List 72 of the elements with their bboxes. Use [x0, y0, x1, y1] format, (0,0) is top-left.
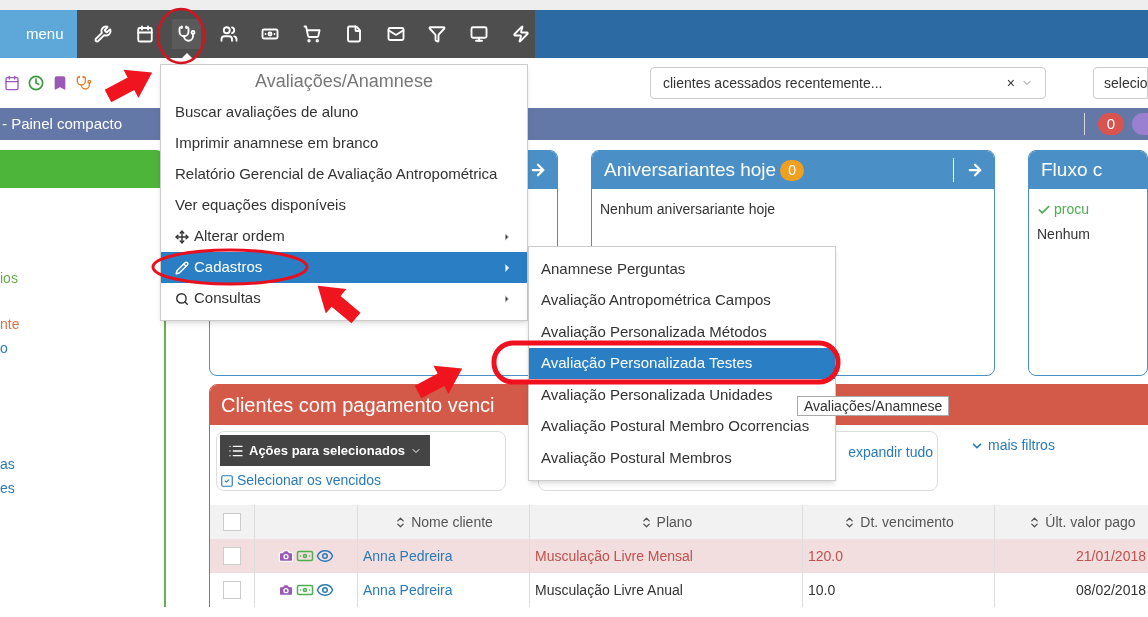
- menu-item[interactable]: Imprimir anamnese em branco: [161, 128, 527, 159]
- select-overdue-checkbox[interactable]: Selecionar os vencidos: [220, 470, 502, 491]
- menu-item[interactable]: Avaliação Antropométrica Campos: [529, 284, 835, 316]
- wrench-icon: [94, 25, 113, 43]
- card-message: Nenhum aniversariante hoje: [600, 200, 777, 219]
- table-cell: 21/01/2018: [995, 539, 1148, 573]
- row-checkbox[interactable]: [223, 547, 241, 565]
- menu-title: Avaliações/Anamnese: [254, 69, 434, 93]
- card-title: Fluxo c: [1041, 157, 1103, 182]
- filter-icon: [428, 25, 447, 43]
- move-icon: [175, 229, 189, 244]
- menu-item[interactable]: Cadastros: [161, 252, 527, 283]
- count-badge: 0: [1097, 112, 1124, 136]
- unit-select[interactable]: selecio: [1093, 67, 1148, 99]
- pencil-icon: [175, 260, 189, 275]
- column-header[interactable]: Últ. valor pago: [995, 505, 1148, 539]
- column-header[interactable]: Plano: [530, 505, 803, 539]
- card-title: Aniversariantes hoje: [604, 157, 777, 182]
- clock-icon: [28, 75, 44, 91]
- cart-icon: [303, 25, 322, 43]
- annotation-arrow: [104, 69, 153, 103]
- monitor-icon: [469, 25, 488, 43]
- panel-title: - Painel compacto: [1, 113, 123, 134]
- menu-item[interactable]: Avaliação Postural Membros: [529, 442, 835, 474]
- clear-button[interactable]: ×: [1006, 72, 1015, 94]
- users-icon: [219, 25, 238, 43]
- calendar-icon: [4, 75, 20, 91]
- client-select[interactable]: clientes acessados recentemente... ×: [650, 67, 1046, 99]
- stethoscope-icon: [76, 75, 92, 91]
- camera-icon: [278, 548, 294, 564]
- more-filters-link[interactable]: mais filtros: [970, 431, 1055, 456]
- bookmark-icon: [52, 75, 68, 91]
- mail-icon: [386, 25, 405, 43]
- menu-item[interactable]: Consultas: [161, 283, 527, 314]
- arrow-right-icon: [529, 161, 547, 179]
- calendar-icon: [136, 25, 155, 43]
- search-icon: [175, 291, 189, 306]
- checkbox-icon: [220, 473, 234, 488]
- table-cell: 120.0: [803, 539, 995, 573]
- annotation-arrow: [414, 365, 463, 399]
- arrow-right-icon: [966, 161, 984, 179]
- lightning-icon: [511, 25, 530, 43]
- menu-item[interactable]: Alterar ordem: [161, 221, 527, 252]
- menu-item[interactable]: Relatório Gerencial de Avaliação Antropométrica: [161, 159, 527, 190]
- count-badge: [1132, 113, 1148, 135]
- tooltip: Avaliações/Anamnese: [797, 396, 950, 416]
- menu-item[interactable]: Avaliação Personalizada Métodos: [529, 316, 835, 348]
- sidebar-link[interactable]: as: [0, 454, 15, 475]
- expand-all-link[interactable]: expandir tudo: [848, 442, 933, 490]
- actions-dropdown-button[interactable]: Ações para selecionados: [220, 435, 431, 466]
- menu-item[interactable]: Avaliação Personalizada Testes: [529, 347, 835, 379]
- eye-icon: [316, 581, 334, 599]
- count-badge: 0: [780, 159, 804, 181]
- table-cell: Musculação Livre Mensal: [530, 539, 803, 573]
- menu-item[interactable]: Buscar avaliações de aluno: [161, 97, 527, 128]
- header-checkbox[interactable]: [223, 513, 241, 531]
- sidebar-link[interactable]: o: [0, 338, 8, 359]
- file-icon: [344, 25, 363, 43]
- panel-title: Clientes com pagamento venci: [221, 393, 495, 418]
- column-header[interactable]: Dt. vencimento: [803, 505, 995, 539]
- eye-icon: [316, 547, 334, 565]
- column-header[interactable]: Nome cliente: [358, 505, 530, 539]
- menu-item[interactable]: Anamnese Perguntas: [529, 253, 835, 285]
- camera-icon: [278, 582, 294, 598]
- menu-item[interactable]: Ver equações disponíveis: [161, 190, 527, 221]
- annotation-arrow: [317, 285, 361, 324]
- annotation-circle: [156, 7, 206, 65]
- card-message: Nenhum: [1037, 225, 1091, 244]
- sidebar-link[interactable]: es: [0, 478, 15, 499]
- stethoscope-icon: [177, 25, 196, 43]
- row-checkbox[interactable]: [223, 581, 241, 599]
- client-link[interactable]: Anna Pedreira: [363, 579, 453, 601]
